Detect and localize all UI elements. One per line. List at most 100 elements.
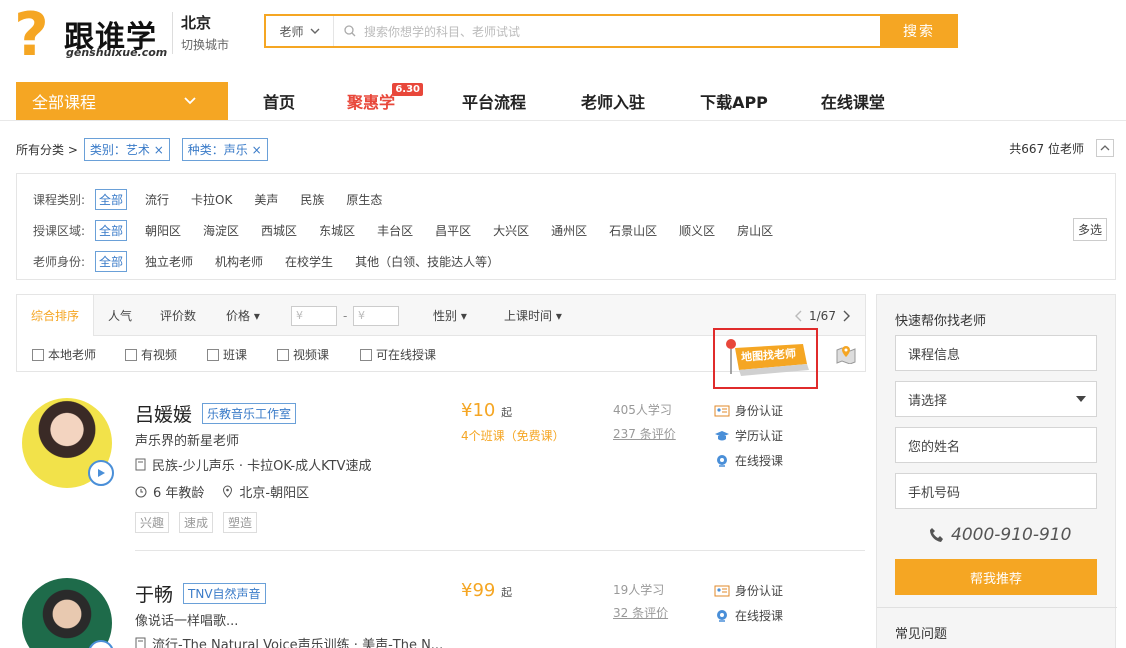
search-category-select[interactable]: 老师	[266, 16, 334, 46]
teacher-org[interactable]: 乐教音乐工作室	[202, 403, 297, 424]
cert-label: 在线授课	[735, 609, 784, 623]
filter-option[interactable]: 卡拉OK	[191, 191, 232, 208]
map-search-button[interactable]: 地图找老师	[713, 328, 818, 389]
play-video-button[interactable]	[88, 460, 114, 486]
collapse-button[interactable]	[1096, 139, 1114, 157]
all-courses-menu[interactable]: 全部课程	[16, 82, 228, 120]
breadcrumb-root[interactable]: 所有分类 >	[16, 141, 78, 158]
filter-option[interactable]: 昌平区	[435, 222, 471, 239]
filter-option[interactable]: 通州区	[551, 222, 587, 239]
nav-teacher-join[interactable]: 老师入驻	[581, 82, 645, 120]
sort-price-label: 价格 ▾	[226, 309, 260, 323]
price-min-input[interactable]: ¥	[291, 305, 337, 326]
filter-option[interactable]: 大兴区	[493, 222, 529, 239]
filter-option[interactable]: 海淀区	[203, 222, 239, 239]
check-local[interactable]: 本地老师	[32, 346, 96, 363]
filter-option[interactable]: 石景山区	[609, 222, 657, 239]
sort-time-label: 上课时间 ▾	[504, 309, 562, 323]
filter-option[interactable]: 房山区	[737, 222, 773, 239]
phone-input[interactable]: 手机号码	[895, 473, 1097, 509]
chevron-right-icon[interactable]	[842, 310, 850, 322]
filter-option-selected[interactable]: 全部	[95, 251, 128, 272]
teacher-name[interactable]: 于畅	[135, 580, 173, 607]
teacher-tag: 兴趣	[135, 512, 170, 533]
check-video-course[interactable]: 视频课	[277, 346, 329, 363]
class-count[interactable]: 4个班课	[461, 429, 505, 443]
nav-download-app[interactable]: 下载APP	[700, 82, 768, 120]
course-info-input[interactable]: 课程信息	[895, 335, 1097, 371]
nav-online-class[interactable]: 在线课堂	[821, 82, 885, 120]
teacher-years: 6 年教龄	[153, 486, 205, 501]
card-divider	[135, 550, 865, 551]
checkbox[interactable]	[32, 348, 44, 361]
cert-label: 在线授课	[735, 454, 784, 468]
price-max-input[interactable]: ¥	[353, 305, 399, 326]
sort-popularity[interactable]: 人气	[108, 295, 132, 336]
multi-select-button[interactable]: 多选	[1072, 218, 1107, 241]
faq-heading: 常见问题	[895, 627, 948, 642]
search-bar: 老师 搜索你想学的科目、老师试试 搜索	[264, 14, 958, 48]
checkbox[interactable]	[125, 348, 137, 361]
filter-option[interactable]: 在校学生	[285, 253, 333, 270]
price-max-wrap: ¥	[353, 295, 399, 336]
filter-option[interactable]: 东城区	[319, 222, 355, 239]
filter-tag-type[interactable]: 种类：声乐 ×	[181, 138, 268, 161]
sort-reviews[interactable]: 评价数	[160, 295, 196, 336]
checkbox[interactable]	[360, 348, 372, 361]
filter-option[interactable]: 顺义区	[679, 222, 715, 239]
logo-mark[interactable]: ?	[14, 4, 62, 66]
name-label: 您的姓名	[908, 439, 961, 455]
search-input[interactable]: 搜索你想学的科目、老师试试	[334, 16, 880, 46]
filter-option[interactable]: 原生态	[346, 191, 382, 208]
filter-option[interactable]: 流行	[145, 191, 169, 208]
teacher-name[interactable]: 吕媛媛	[135, 400, 192, 427]
filter-option[interactable]: 独立老师	[145, 253, 193, 270]
price-suffix: 起	[501, 406, 513, 419]
nav-teacher-join-label: 老师入驻	[581, 93, 646, 112]
filter-option[interactable]: 其他（白领、技能达人等）	[355, 253, 499, 270]
clock-icon	[135, 486, 147, 497]
teacher-avatar[interactable]	[22, 578, 112, 648]
checkbox[interactable]	[277, 348, 289, 361]
cert-online: 在线授课	[714, 452, 783, 469]
book-icon	[135, 637, 146, 648]
filter-option[interactable]: 西城区	[261, 222, 297, 239]
nav-home[interactable]: 首页	[263, 82, 295, 120]
filter-tag-category[interactable]: 类别：艺术 ×	[83, 138, 170, 161]
logo-domain: genshuixue.com	[66, 46, 168, 59]
switch-city-link[interactable]: 切换城市	[181, 36, 229, 53]
cert-education: 学历认证	[714, 427, 783, 444]
review-count[interactable]: 237 条评价	[613, 425, 676, 442]
hotline-number: 4000-910-910	[951, 525, 1072, 545]
teacher-org[interactable]: TNV自然声音	[183, 583, 266, 604]
filter-option[interactable]: 美声	[254, 191, 278, 208]
checkbox[interactable]	[207, 348, 219, 361]
map-pin-icon[interactable]	[835, 344, 857, 364]
review-count[interactable]: 32 条评价	[613, 604, 668, 621]
nav-deals[interactable]: 聚惠学 6.30	[347, 82, 424, 120]
filter-option[interactable]: 民族	[300, 191, 324, 208]
filter-row-district: 授课区域: 全部 朝阳区 海淀区 西城区 东城区 丰台区 昌平区 大兴区 通州区…	[33, 220, 795, 241]
recommend-button[interactable]: 帮我推荐	[895, 559, 1097, 595]
search-button[interactable]: 搜索	[880, 14, 958, 48]
sort-comprehensive[interactable]: 综合排序	[17, 295, 94, 336]
filter-option[interactable]: 朝阳区	[145, 222, 181, 239]
cert-label: 身份认证	[735, 584, 784, 598]
filter-option[interactable]: 机构老师	[215, 253, 263, 270]
id-card-icon	[714, 405, 730, 416]
name-input[interactable]: 您的姓名	[895, 427, 1097, 463]
check-online[interactable]: 可在线授课	[360, 346, 436, 363]
check-class[interactable]: 班课	[207, 346, 247, 363]
filter-option[interactable]: 丰台区	[377, 222, 413, 239]
sort-time[interactable]: 上课时间 ▾	[504, 295, 562, 336]
filter-option-selected[interactable]: 全部	[95, 220, 128, 241]
phone-icon	[930, 528, 943, 542]
sort-gender[interactable]: 性别 ▾	[433, 295, 467, 336]
teacher-count: 共667 位老师	[1009, 142, 1084, 156]
sort-price[interactable]: 价格 ▾	[226, 295, 260, 336]
nav-process[interactable]: 平台流程	[462, 82, 526, 120]
filter-option-selected[interactable]: 全部	[95, 189, 128, 210]
chevron-left-icon[interactable]	[795, 310, 803, 322]
check-video[interactable]: 有视频	[125, 346, 177, 363]
option-select[interactable]: 请选择	[895, 381, 1097, 417]
